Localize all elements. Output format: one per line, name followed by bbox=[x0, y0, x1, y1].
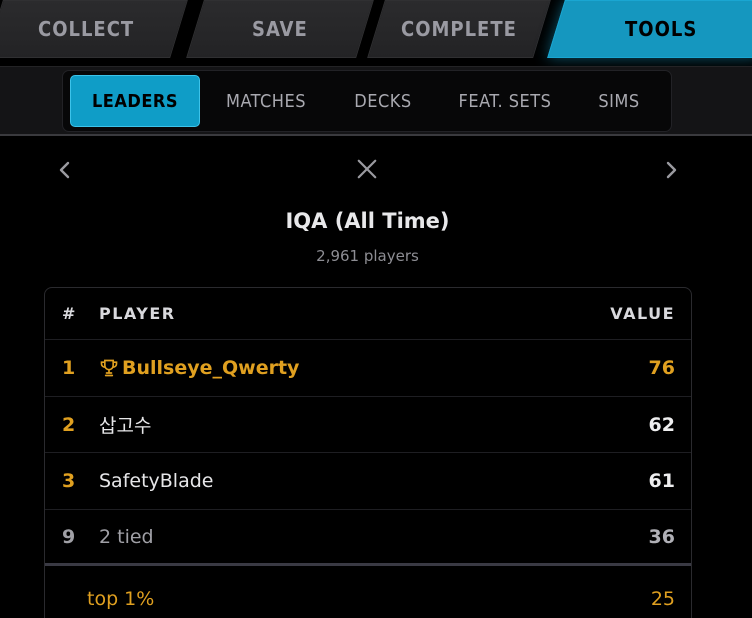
table-row[interactable]: 3 SafetyBlade 61 bbox=[45, 453, 691, 510]
subtab-matches[interactable]: MATCHES bbox=[211, 75, 321, 127]
tab-collect-label: COLLECT bbox=[38, 17, 135, 41]
page-title: IQA (All Time) bbox=[285, 209, 450, 233]
tab-save-label: SAVE bbox=[252, 17, 308, 41]
player-name: Bullseye_Qwerty bbox=[122, 357, 300, 379]
table-row[interactable]: 9 2 tied 36 bbox=[45, 510, 691, 566]
percentile-row: top 1% 25 bbox=[45, 569, 691, 618]
row-value: 36 bbox=[648, 525, 675, 548]
row-rank: 2 bbox=[62, 413, 76, 436]
player-count: 2,961 players bbox=[316, 247, 419, 265]
table-header: # PLAYER VALUE bbox=[45, 288, 691, 340]
subtab-sims[interactable]: SIMS bbox=[583, 75, 655, 127]
row-player[interactable]: Bullseye_Qwerty bbox=[99, 340, 579, 396]
sub-nav: LEADERS MATCHES DECKS FEAT. SETS SIMS bbox=[62, 70, 672, 132]
subtab-decks[interactable]: DECKS bbox=[339, 75, 427, 127]
percentile-value: 25 bbox=[650, 588, 675, 610]
tab-tools-label: TOOLS bbox=[624, 17, 698, 41]
row-value: 76 bbox=[648, 357, 675, 379]
row-player[interactable]: 삽고수 bbox=[99, 397, 579, 452]
row-value: 61 bbox=[648, 470, 675, 492]
row-value: 62 bbox=[648, 413, 675, 436]
close-icon[interactable] bbox=[356, 158, 378, 180]
tab-tools[interactable]: TOOLS bbox=[547, 0, 752, 58]
tab-complete[interactable]: COMPLETE bbox=[367, 0, 551, 58]
top-nav: COLLECT SAVE COMPLETE TOOLS bbox=[0, 0, 752, 66]
column-value: VALUE bbox=[610, 304, 675, 323]
table-row[interactable]: 2 삽고수 62 bbox=[45, 397, 691, 453]
subtab-feat-sets[interactable]: FEAT. SETS bbox=[445, 75, 565, 127]
tab-complete-label: COMPLETE bbox=[401, 17, 517, 41]
tab-collect[interactable]: COLLECT bbox=[0, 0, 188, 58]
row-player[interactable]: SafetyBlade bbox=[99, 453, 579, 509]
row-rank: 9 bbox=[62, 525, 76, 548]
row-rank: 1 bbox=[62, 357, 76, 379]
column-player: PLAYER bbox=[99, 304, 176, 323]
percentile-label: top 1% bbox=[87, 588, 155, 610]
tab-save[interactable]: SAVE bbox=[186, 0, 374, 58]
column-rank: # bbox=[62, 304, 77, 323]
leaderboard-table: # PLAYER VALUE 1 Bullseye_Qwerty 76 2 삽고… bbox=[44, 287, 692, 618]
row-player[interactable]: 2 tied bbox=[99, 510, 579, 563]
chevron-left-icon[interactable] bbox=[54, 159, 76, 181]
trophy-icon bbox=[100, 359, 118, 377]
subtab-leaders[interactable]: LEADERS bbox=[70, 75, 200, 127]
table-row[interactable]: 1 Bullseye_Qwerty 76 bbox=[45, 340, 691, 397]
row-rank: 3 bbox=[62, 470, 76, 492]
chevron-right-icon[interactable] bbox=[660, 159, 682, 181]
